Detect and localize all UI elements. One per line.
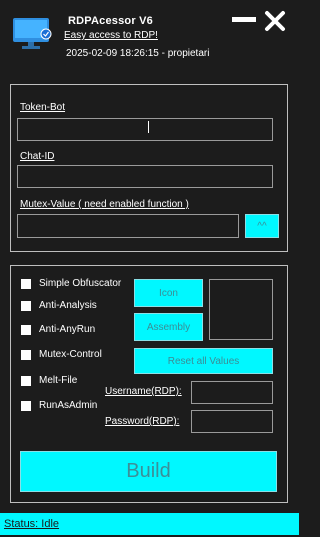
- password-rdp-input[interactable]: [191, 410, 273, 433]
- simple-obfuscator-checkbox[interactable]: Simple Obfuscator: [21, 278, 121, 289]
- checkbox-label: Mutex-Control: [39, 349, 102, 360]
- icon-button[interactable]: Icon: [134, 279, 203, 307]
- reset-all-values-button[interactable]: Reset all Values: [134, 348, 273, 374]
- datetime-user-label: 2025-02-09 18:26:15 - propietari: [66, 48, 210, 59]
- checkbox-box[interactable]: [21, 278, 31, 289]
- mutex-generate-button[interactable]: ^^: [245, 214, 279, 238]
- checkbox-label: Anti-Analysis: [39, 300, 97, 311]
- token-bot-label: Token-Bot: [20, 102, 66, 113]
- checkbox-label: Anti-AnyRun: [39, 324, 96, 335]
- chat-id-label: Chat-ID: [20, 151, 55, 162]
- mutex-value-input[interactable]: [17, 214, 239, 238]
- username-rdp-input[interactable]: [191, 381, 273, 404]
- checkbox-box[interactable]: [21, 400, 31, 411]
- app-subtitle-link[interactable]: Easy access to RDP!: [64, 30, 158, 41]
- checkbox-label: Melt-File: [39, 375, 78, 386]
- minimize-button[interactable]: [230, 12, 258, 28]
- close-icon: [265, 11, 285, 31]
- chat-id-input[interactable]: [17, 165, 273, 188]
- status-bar: Status: Idle: [0, 513, 299, 535]
- checkbox-box[interactable]: [21, 375, 31, 386]
- build-button[interactable]: Build: [20, 451, 277, 492]
- mutex-control-checkbox[interactable]: Mutex-Control: [21, 349, 102, 360]
- melt-file-checkbox[interactable]: Melt-File: [21, 375, 77, 386]
- checkbox-box[interactable]: [21, 300, 31, 311]
- run-as-admin-checkbox[interactable]: RunAsAdmin: [21, 400, 97, 411]
- checkbox-box[interactable]: [21, 324, 31, 335]
- mutex-value-label: Mutex-Value ( need enabled function ): [20, 199, 189, 210]
- checkbox-label: RunAsAdmin: [39, 400, 98, 411]
- anti-anyrun-checkbox[interactable]: Anti-AnyRun: [21, 324, 95, 335]
- anti-analysis-checkbox[interactable]: Anti-Analysis: [21, 300, 97, 311]
- token-bot-input[interactable]: [17, 118, 273, 141]
- checkbox-label: Simple Obfuscator: [39, 278, 122, 289]
- assembly-button[interactable]: Assembly: [134, 313, 203, 341]
- username-rdp-label: Username(RDP):: [105, 386, 182, 397]
- password-rdp-label: Password(RDP):: [105, 416, 180, 427]
- icon-preview-box: [209, 279, 273, 340]
- checkbox-box[interactable]: [21, 349, 31, 360]
- status-label: Status: Idle: [4, 518, 60, 530]
- monitor-icon: [13, 18, 52, 49]
- text-caret: [148, 121, 149, 133]
- app-title: RDPAcessor V6: [68, 15, 153, 27]
- close-button[interactable]: [264, 10, 286, 32]
